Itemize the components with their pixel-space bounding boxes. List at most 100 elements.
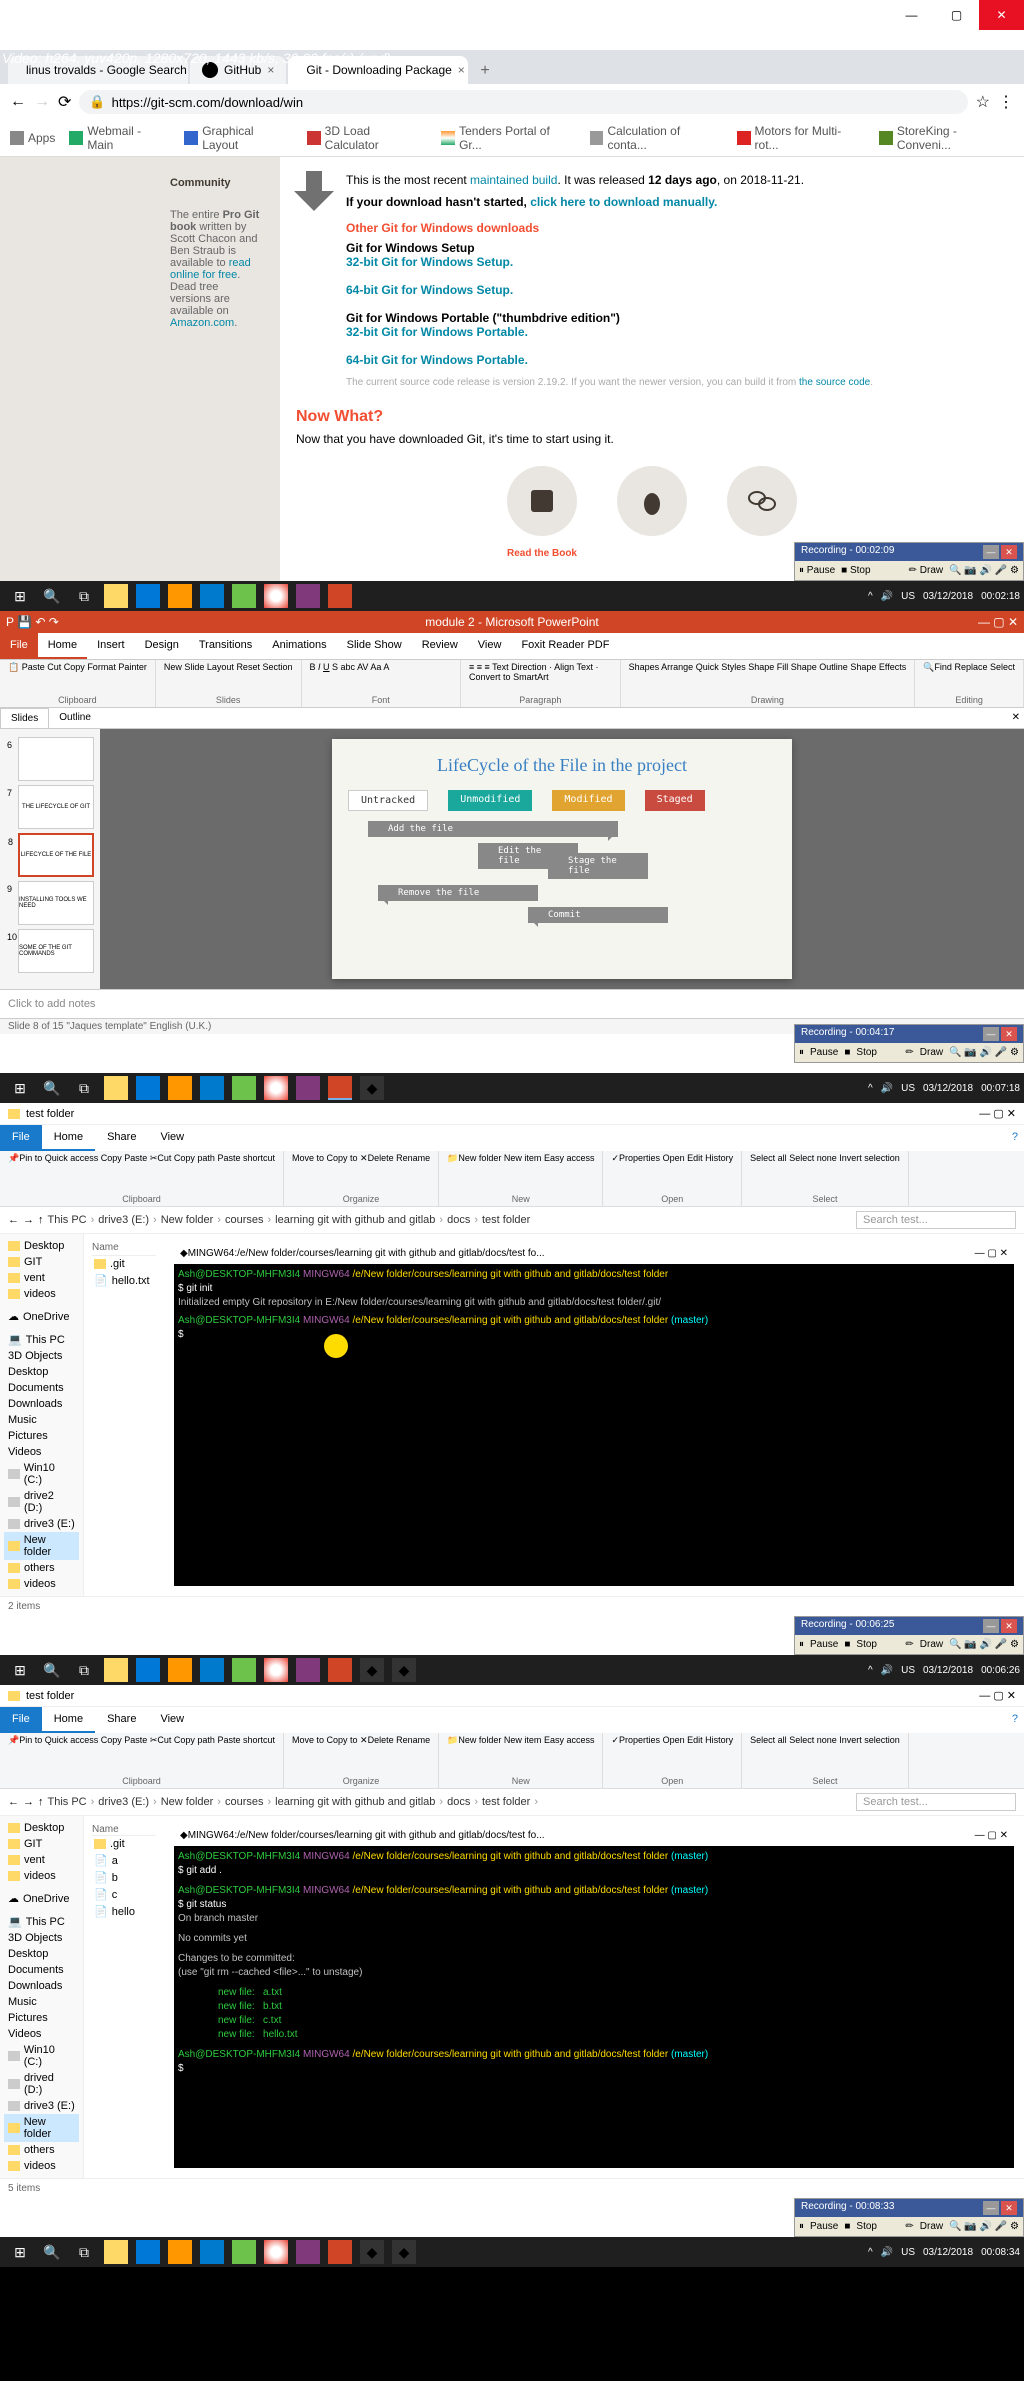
new-slide-button[interactable]: New Slide	[164, 662, 205, 672]
bookmark-item[interactable]: 3D Load Calculator	[307, 124, 427, 152]
app-chrome[interactable]	[264, 1076, 288, 1100]
card-mouse[interactable]	[617, 466, 687, 536]
screen-recorder[interactable]: Recording - 00:02:09—✕ ⏸ Pause ■ Stop ✏ …	[794, 542, 1024, 581]
menu-insert[interactable]: Insert	[87, 633, 135, 659]
git-bash-terminal[interactable]: ◆ MINGW64:/e/New folder/courses/learning…	[174, 1244, 1014, 1586]
recorder-close[interactable]: ✕	[1001, 545, 1017, 559]
bookmark-item[interactable]: Tenders Portal of Gr...	[441, 124, 575, 152]
pause-button[interactable]: ⏸ Pause	[799, 565, 835, 576]
app-edge[interactable]	[136, 584, 160, 608]
menu-file[interactable]: File	[0, 633, 38, 659]
app-task[interactable]	[232, 584, 256, 608]
card-community[interactable]	[727, 466, 797, 536]
search-box[interactable]: Search test...	[856, 1211, 1016, 1229]
thumbnail-8[interactable]: 8LIFECYCLE OF THE FILE	[18, 833, 94, 877]
app-onenote[interactable]	[296, 584, 320, 608]
nav-pane[interactable]: Desktop GIT vent videos ☁ OneDrive 💻 Thi…	[0, 1816, 84, 2178]
menu-view[interactable]: View	[468, 633, 512, 659]
up-button[interactable]: ↑	[38, 1214, 44, 1226]
slide-thumbnails[interactable]: 6 7THE LIFECYCLE OF GIT 8LIFECYCLE OF TH…	[0, 729, 100, 989]
outline-tab[interactable]: Outline	[49, 708, 101, 728]
link-32bit-portable[interactable]: 32-bit Git for Windows Portable.	[346, 325, 528, 339]
menu-transitions[interactable]: Transitions	[189, 633, 262, 659]
screen-recorder[interactable]: Recording - 00:08:33—✕ ⏸ Pause ■ Stop✏ D…	[794, 2198, 1024, 2237]
file-list[interactable]: Name .git 📄a 📄b 📄c 📄hello	[84, 1816, 164, 2178]
bookmark-item[interactable]: Webmail - Main	[69, 124, 170, 152]
bookmark-item[interactable]: Graphical Layout	[184, 124, 292, 152]
app-powerpoint[interactable]	[328, 1076, 352, 1100]
search-button[interactable]: 🔍	[40, 1076, 64, 1100]
taskbar-lang[interactable]: US	[901, 591, 915, 602]
back-button[interactable]: ←	[10, 93, 26, 111]
link-32bit-setup[interactable]: 32-bit Git for Windows Setup.	[346, 255, 513, 269]
reload-button[interactable]: ⟳	[58, 92, 71, 112]
menu-animations[interactable]: Animations	[262, 633, 336, 659]
app-explorer[interactable]	[104, 1076, 128, 1100]
paste-button[interactable]: 📋 Paste	[8, 662, 45, 672]
app-vscode[interactable]	[200, 1076, 224, 1100]
close-pane[interactable]: ✕	[1008, 708, 1024, 728]
start-button[interactable]: ⊞	[8, 584, 32, 608]
link-source[interactable]: the source code	[799, 377, 870, 388]
recorder-min[interactable]: —	[983, 545, 999, 559]
breadcrumb[interactable]: ←→↑ This PC› drive3 (E:)› New folder› co…	[0, 1789, 1024, 1816]
slides-tab[interactable]: Slides	[0, 708, 49, 728]
stop-button[interactable]: ■ Stop	[841, 565, 870, 576]
thumbnail-6[interactable]: 6	[18, 737, 94, 781]
notes-pane[interactable]: Click to add notes	[0, 989, 1024, 1018]
app-edge[interactable]	[136, 1076, 160, 1100]
bookmark-item[interactable]: Calculation of conta...	[590, 124, 723, 152]
help-button[interactable]: ?	[1006, 1125, 1024, 1151]
tray-up[interactable]: ^	[868, 591, 873, 602]
taskbar-date[interactable]: 03/12/2018	[923, 591, 973, 602]
link-amazon[interactable]: Amazon.com	[170, 317, 234, 329]
star-button[interactable]: ☆	[976, 92, 990, 112]
bookmark-item[interactable]: Motors for Multi-rot...	[737, 124, 865, 152]
menu-home[interactable]: Home	[38, 633, 87, 659]
app-vscode[interactable]	[200, 584, 224, 608]
app-recorder[interactable]: ◆	[360, 1076, 384, 1100]
app-chrome[interactable]	[264, 584, 288, 608]
forward-button[interactable]: →	[34, 93, 50, 111]
thumbnail-10[interactable]: 10SOME OF THE GIT COMMANDS	[18, 929, 94, 973]
thumbnail-7[interactable]: 7THE LIFECYCLE OF GIT	[18, 785, 94, 829]
app-task[interactable]	[232, 1076, 256, 1100]
menu-file[interactable]: File	[0, 1125, 42, 1151]
menu-view[interactable]: View	[148, 1125, 196, 1151]
nav-pane[interactable]: Desktop GIT vent videos ☁ OneDrive 💻 Thi…	[0, 1234, 84, 1596]
thumbnail-9[interactable]: 9INSTALLING TOOLS WE NEED	[18, 881, 94, 925]
bookmark-item[interactable]: StoreKing - Conveni...	[879, 124, 1014, 152]
close-button[interactable]: ✕	[979, 0, 1024, 30]
menu-slideshow[interactable]: Slide Show	[337, 633, 412, 659]
breadcrumb[interactable]: ←→↑ This PC› drive3 (E:)› New folder› co…	[0, 1207, 1024, 1234]
link-64bit-setup[interactable]: 64-bit Git for Windows Setup.	[346, 283, 513, 297]
git-bash-terminal[interactable]: ◆ MINGW64:/e/New folder/courses/learning…	[174, 1826, 1014, 2168]
menu-share[interactable]: Share	[95, 1125, 148, 1151]
terminal-controls[interactable]: — ▢ ✕	[975, 1247, 1008, 1261]
menu-design[interactable]: Design	[135, 633, 189, 659]
window-controls[interactable]: — ▢ ✕	[979, 1107, 1016, 1120]
minimize-button[interactable]: —	[889, 0, 934, 30]
ppt-qat[interactable]: P 💾 ↶ ↷	[6, 615, 59, 629]
back-button[interactable]: ←	[8, 1214, 19, 1226]
menu-review[interactable]: Review	[412, 633, 468, 659]
slide-canvas[interactable]: LifeCycle of the File in the project Unt…	[100, 729, 1024, 989]
link-manual-download[interactable]: click here to download manually.	[530, 195, 717, 209]
menu-button[interactable]: ⋮	[998, 92, 1014, 112]
card-book[interactable]	[507, 466, 577, 536]
app-powerpoint[interactable]	[328, 584, 352, 608]
address-bar[interactable]: 🔒https://git-scm.com/download/win	[79, 90, 967, 114]
task-view-button[interactable]: ⧉	[72, 584, 96, 608]
menu-foxit[interactable]: Foxit Reader PDF	[511, 633, 619, 659]
screen-recorder[interactable]: Recording - 00:06:25—✕ ⏸ Pause ■ Stop✏ D…	[794, 1616, 1024, 1655]
tray-network[interactable]: 🔊	[881, 591, 893, 602]
app-explorer[interactable]	[104, 584, 128, 608]
apps-button[interactable]: Apps	[10, 124, 55, 152]
fwd-button[interactable]: →	[23, 1214, 34, 1226]
task-view[interactable]: ⧉	[72, 1076, 96, 1100]
ppt-window-controls[interactable]: — ▢ ✕	[978, 615, 1018, 629]
start-button[interactable]: ⊞	[8, 1076, 32, 1100]
search-button[interactable]: 🔍	[40, 584, 64, 608]
maximize-button[interactable]: ▢	[934, 0, 979, 30]
app-sublime[interactable]	[168, 1076, 192, 1100]
